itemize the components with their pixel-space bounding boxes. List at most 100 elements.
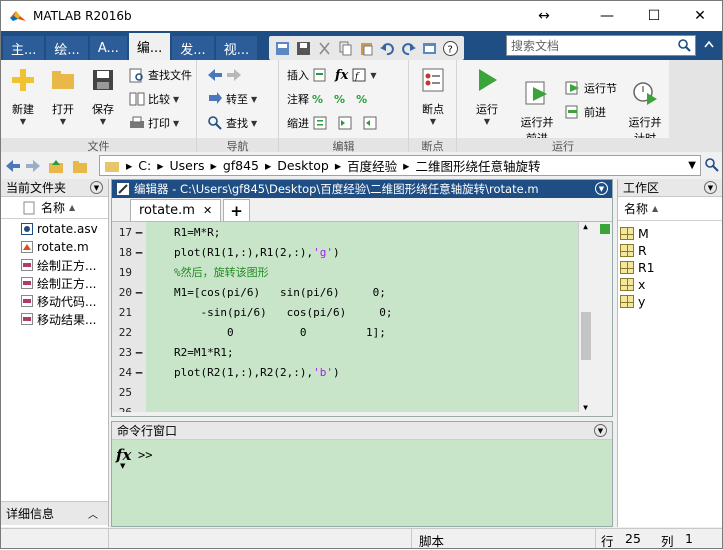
name-column-header[interactable]: 名称 ▲ [1,197,108,219]
wrap-comments-icon[interactable]: % [356,93,367,106]
breakpoints-button[interactable]: 断点 ▼ [413,66,453,126]
tab-home[interactable]: 主... [3,36,45,60]
list-item[interactable]: y [618,293,722,310]
list-item[interactable]: 绘制正方... [1,274,108,292]
expand-ribbon-icon[interactable] [700,36,718,54]
list-item[interactable]: 移动代码... [1,292,108,310]
list-item[interactable]: 移动结果... [1,310,108,328]
breakpoint-dash[interactable]: – [132,226,146,239]
scroll-down-icon[interactable]: ▼ [579,403,592,412]
command-input-area[interactable]: fx ▼ >> [112,440,612,526]
insert-function-box-icon[interactable]: f [351,67,367,83]
find-files-button[interactable]: 查找文件 [129,65,192,85]
list-item[interactable]: R1 [618,259,722,276]
path-segment[interactable]: C: [138,158,151,173]
search-folder-icon[interactable] [704,157,720,173]
path-segment[interactable]: 百度经验 [347,156,397,175]
new-button[interactable]: 新建 ▼ [3,66,43,126]
path-segment[interactable]: Desktop [277,158,329,173]
path-segment[interactable]: Users [170,158,205,173]
code-line[interactable]: 21 -sin(pi/6) cos(pi/6) 0; [112,302,582,322]
path-segment[interactable]: 二维图形绕任意轴旋转 [415,156,540,175]
run-section-button[interactable]: 运行节 [565,78,617,98]
layout-icon[interactable] [273,39,292,58]
search-icon[interactable] [677,38,692,53]
tab-publish[interactable]: 发... [172,36,214,60]
find-button[interactable]: 查找 ▼ [207,113,257,133]
uncomment-percent-icon[interactable]: % [334,93,345,106]
minimize-button[interactable]: — [584,1,630,31]
breakpoint-dash[interactable]: – [132,366,146,379]
new-tab-button[interactable]: + [223,199,250,221]
maximize-button[interactable]: ☐ [631,1,677,31]
up-folder-icon[interactable] [47,157,65,175]
tab-rotate-m[interactable]: rotate.m ✕ [130,199,222,221]
code-line[interactable]: 23– R2=M1*R1; [112,342,582,362]
command-menu-icon[interactable]: ▼ [594,424,607,437]
breakpoint-dash[interactable]: – [132,346,146,359]
code-editor[interactable]: 17– R1=M*R; 18– plot(R1(1,:),R1(2,:),'g') 19… [112,222,592,412]
tab-view[interactable]: 视... [215,36,258,60]
code-line[interactable]: 26 [112,402,582,413]
code-line[interactable]: 25 [112,382,582,402]
list-item[interactable]: 绘制正方... [1,256,108,274]
copy-icon[interactable] [336,39,355,58]
list-item[interactable]: R [618,242,722,259]
code-analyzer-indicator[interactable] [600,224,610,234]
code-line[interactable]: 24– plot(R2(1,:),R2(2,:),'b') [112,362,582,382]
path-segment[interactable]: gf845 [223,158,259,173]
run-button[interactable]: 运行 ▼ [467,66,507,126]
increase-indent-icon[interactable] [337,115,353,131]
indent-button[interactable]: 缩进 [287,113,378,133]
details-panel-header[interactable]: 详细信息 ︿ [1,501,108,525]
advance-button[interactable]: 前进 [565,102,606,122]
panel-menu-icon[interactable]: ▼ [90,181,103,194]
workspace-menu-icon[interactable]: ▼ [704,181,717,194]
breakpoint-dash[interactable]: – [132,246,146,259]
open-button[interactable]: 打开 ▼ [43,66,83,126]
code-line[interactable]: 20– M1=[cos(pi/6) sin(pi/6) 0; [112,282,582,302]
paste-icon[interactable] [357,39,376,58]
close-button[interactable]: ✕ [677,1,723,31]
insert-function-icon[interactable]: fx [335,68,348,83]
editor-menu-icon[interactable]: ▼ [595,182,608,195]
smart-indent-icon[interactable] [312,115,328,131]
save-icon[interactable] [294,39,313,58]
code-line[interactable]: 22 0 0 1]; [112,322,582,342]
forward-arrow-icon[interactable] [226,67,242,83]
workspace-name-column[interactable]: 名称 ▲ [618,197,722,221]
path-dropdown-icon[interactable]: ▼ [688,160,696,171]
comment-percent-icon[interactable]: % [312,93,323,106]
resize-arrows-icon[interactable]: ↔ [521,1,567,31]
undo-icon[interactable] [378,39,397,58]
breakpoint-dash[interactable]: – [132,286,146,299]
code-line[interactable]: 19 %然后，旋转该图形 [112,262,582,282]
list-item[interactable]: rotate.m [1,238,108,256]
scroll-thumb[interactable] [581,312,591,360]
list-item[interactable]: x [618,276,722,293]
comment-button[interactable]: 注释 % % % [287,89,367,109]
search-documentation-input[interactable]: 搜索文档 [506,35,696,56]
code-line[interactable]: 17– R1=M*R; [112,222,582,242]
save-button[interactable]: 保存 ▼ [83,66,123,126]
code-line[interactable]: 18– plot(R1(1,:),R1(2,:),'g') [112,242,582,262]
editor-scrollbar[interactable]: ▲ ▼ [578,222,592,412]
browse-folder-icon[interactable] [71,157,89,175]
list-item[interactable]: M [618,225,722,242]
chevron-up-icon[interactable]: ︿ [88,506,98,521]
back-arrow-icon[interactable] [207,67,223,83]
list-item[interactable]: rotate.asv [1,220,108,238]
current-path-box[interactable]: ▸ C: ▸ Users ▸ gf845 ▸ Desktop ▸ 百度经验 ▸ 二维图形绕… [99,155,701,176]
tab-editor[interactable]: 编... [128,33,171,60]
scroll-up-icon[interactable]: ▲ [579,222,592,231]
redo-icon[interactable] [399,39,418,58]
print-button[interactable]: 打印 ▼ [129,113,179,133]
back-icon[interactable] [5,158,21,174]
goto-button[interactable]: 转至 ▼ [207,89,257,109]
insert-button[interactable]: 插入 fx f ▼ [287,65,377,85]
help-icon[interactable]: ? [441,39,460,58]
tab-plots[interactable]: 绘... [46,36,88,60]
decrease-indent-icon[interactable] [362,115,378,131]
close-tab-icon[interactable]: ✕ [203,204,212,217]
compare-button[interactable]: 比较 ▼ [129,89,179,109]
